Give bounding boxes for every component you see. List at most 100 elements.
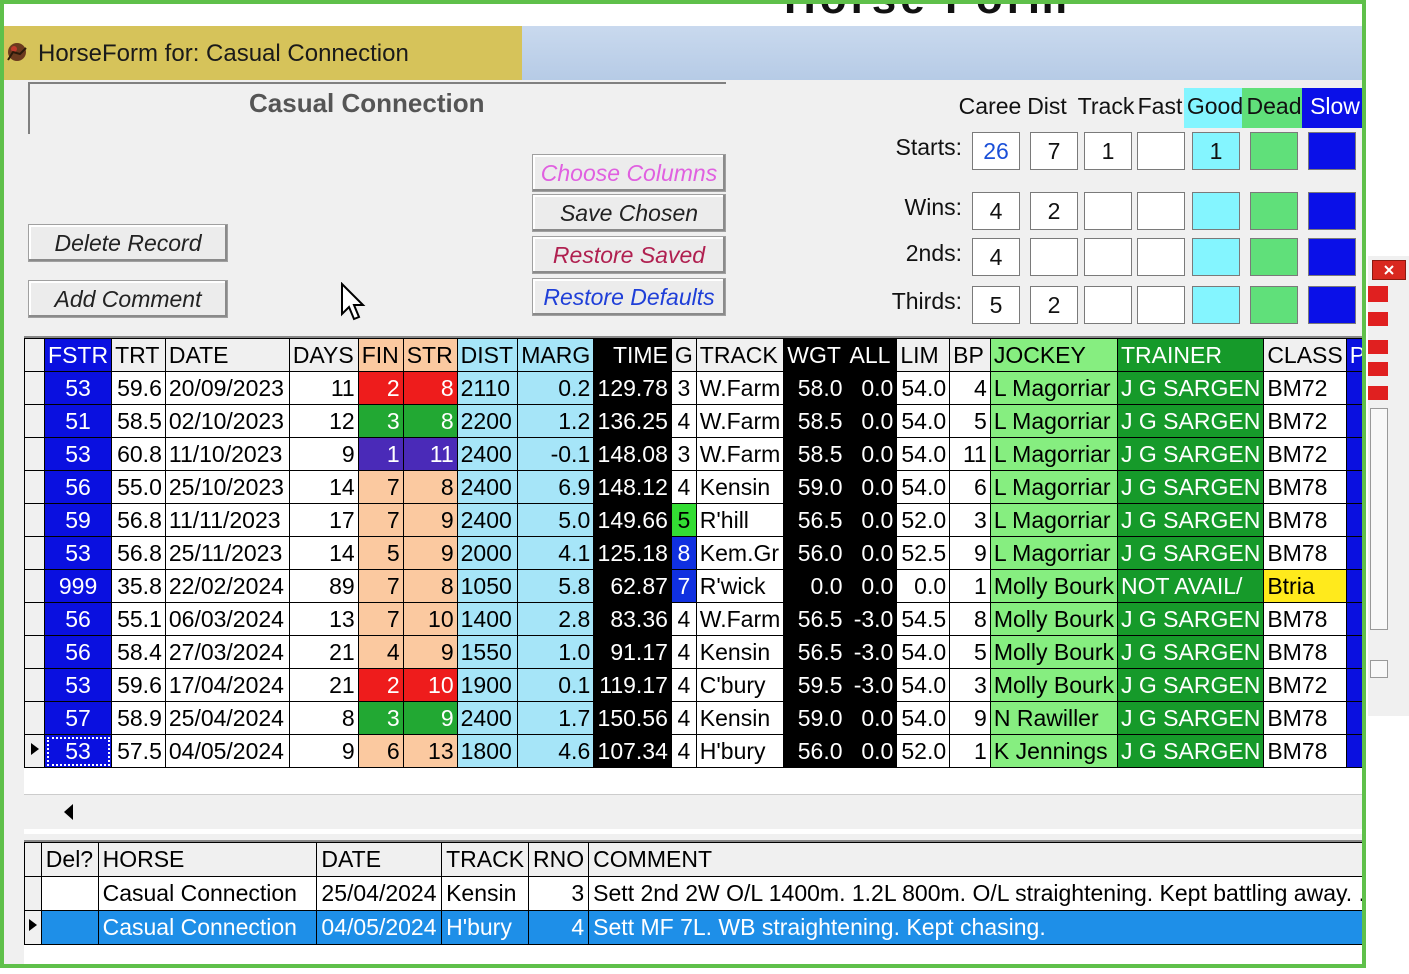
cell-class[interactable]: BM78 <box>1263 470 1347 504</box>
cell-str[interactable]: 8 <box>402 470 458 504</box>
cell-class[interactable]: BM72 <box>1263 437 1347 471</box>
comment-cell-horse[interactable]: Casual Connection <box>97 910 318 945</box>
cell-marg[interactable]: 1.0 <box>517 635 595 669</box>
cell-jockey[interactable]: L Magorriar <box>989 470 1119 504</box>
cell-fstr[interactable]: 51 <box>44 404 113 438</box>
table-row[interactable]: 56 58.4 27/03/2024 21 4 9 1550 1.0 91.17 4 Kensin 5… <box>23 635 1362 669</box>
cell-fin[interactable]: 3 <box>357 701 404 735</box>
cell-p[interactable] <box>1345 734 1362 768</box>
cell-g[interactable]: 4 <box>670 404 697 438</box>
table-row[interactable]: 51 58.5 02/10/2023 12 3 8 2200 1.2 136.25 4 W.Farm… <box>23 404 1362 438</box>
cell-trainer[interactable]: NOT AVAIL/ <box>1116 569 1265 603</box>
cell-lim[interactable]: 54.0 <box>896 404 951 438</box>
cell-bp[interactable]: 3 <box>949 668 991 702</box>
cell-date[interactable]: 25/04/2024 <box>164 701 290 735</box>
comment-cell-date[interactable]: 25/04/2024 <box>316 876 443 911</box>
cell-jockey[interactable]: L Magorriar <box>989 503 1119 537</box>
cell-time[interactable]: 125.18 <box>593 536 672 570</box>
cell-dist[interactable]: 2110 <box>456 371 519 405</box>
column-header-marg[interactable]: MARG <box>517 338 595 372</box>
stats-value-box[interactable]: 4 <box>972 192 1020 230</box>
cell-dist[interactable]: 2200 <box>456 404 519 438</box>
cell-dist[interactable]: 2400 <box>456 470 519 504</box>
title-bar[interactable]: HorseForm for: Casual Connection <box>4 26 1362 80</box>
table-row[interactable]: 56 55.0 25/10/2023 14 7 8 2400 6.9 148.12 4 Kensin… <box>23 470 1362 504</box>
comment-column-header[interactable]: TRACK <box>441 842 530 877</box>
cell-g[interactable]: 3 <box>670 437 697 471</box>
cell-fin[interactable]: 7 <box>357 470 404 504</box>
comment-cell-comment[interactable]: Sett MF 7L. WB straightening. Kept chasi… <box>588 910 1362 945</box>
cell-fstr[interactable]: 56 <box>44 635 113 669</box>
cell-p[interactable] <box>1345 635 1362 669</box>
cell-lim[interactable]: 54.0 <box>896 635 951 669</box>
cell-bp[interactable]: 8 <box>949 602 991 636</box>
cell-str[interactable]: 11 <box>402 437 458 471</box>
row-selector[interactable] <box>23 404 46 438</box>
column-header-date[interactable]: DATE <box>164 338 290 372</box>
cell-p[interactable] <box>1345 404 1362 438</box>
cell-class[interactable]: BM78 <box>1263 701 1347 735</box>
cell-days[interactable]: 89 <box>288 569 359 603</box>
cell-marg[interactable]: 0.1 <box>517 668 595 702</box>
cell-lim[interactable]: 52.0 <box>896 503 951 537</box>
cell-bp[interactable]: 5 <box>949 635 991 669</box>
table-row[interactable]: 999 35.8 22/02/2024 89 7 8 1050 5.8 62.87 7 R'wick… <box>23 569 1362 603</box>
cell-fin[interactable]: 5 <box>357 536 404 570</box>
row-selector[interactable] <box>24 876 42 911</box>
stats-value-box[interactable] <box>1192 286 1240 324</box>
stats-value-box[interactable] <box>1137 132 1185 170</box>
cell-date[interactable]: 02/10/2023 <box>164 404 290 438</box>
cell-bp[interactable]: 9 <box>949 701 991 735</box>
cell-lim[interactable]: 52.5 <box>896 536 951 570</box>
cell-time[interactable]: 107.34 <box>593 734 672 768</box>
stats-value-box[interactable] <box>1084 192 1132 230</box>
cell-all[interactable]: 0.0 <box>845 503 898 537</box>
cell-time[interactable]: 119.17 <box>593 668 672 702</box>
cell-lim[interactable]: 52.0 <box>896 734 951 768</box>
stats-value-box[interactable] <box>1250 238 1298 276</box>
stats-value-box[interactable]: 7 <box>1030 132 1078 170</box>
cell-jockey[interactable]: K Jennings <box>989 734 1119 768</box>
cell-track[interactable]: W.Farm <box>695 602 785 636</box>
cell-g[interactable]: 4 <box>670 668 697 702</box>
cell-p[interactable] <box>1345 371 1362 405</box>
cell-wgt[interactable]: 56.5 <box>783 635 847 669</box>
cell-time[interactable]: 136.25 <box>593 404 672 438</box>
cell-fstr[interactable]: 53 <box>44 668 113 702</box>
stats-value-box[interactable]: 5 <box>972 286 1020 324</box>
cell-days[interactable]: 14 <box>288 536 359 570</box>
stats-value-box[interactable] <box>1250 132 1298 170</box>
table-row[interactable]: 53 59.6 20/09/2023 11 2 8 2110 0.2 129.78 3 W.Farm… <box>23 371 1362 405</box>
comments-grid[interactable]: Del? HORSE DATE TRACK RNO COMMENT Casual Conn… <box>24 840 1362 964</box>
cell-g[interactable]: 5 <box>670 503 697 537</box>
comment-column-header[interactable]: Del? <box>40 842 99 877</box>
cell-fin[interactable]: 1 <box>357 437 404 471</box>
cell-fin[interactable]: 6 <box>357 734 404 768</box>
cell-trt[interactable]: 55.0 <box>111 470 166 504</box>
cell-g[interactable]: 4 <box>670 701 697 735</box>
row-selector[interactable] <box>24 910 42 945</box>
cell-str[interactable]: 8 <box>402 371 458 405</box>
comment-cell-rno[interactable]: 3 <box>528 876 590 911</box>
cell-dist[interactable]: 2400 <box>456 701 519 735</box>
cell-all[interactable]: -3.0 <box>845 668 898 702</box>
cell-time[interactable]: 150.56 <box>593 701 672 735</box>
cell-fstr[interactable]: 53 <box>44 536 113 570</box>
cell-dist[interactable]: 2400 <box>456 437 519 471</box>
cell-track[interactable]: W.Farm <box>695 437 785 471</box>
cell-trainer[interactable]: J G SARGEN <box>1116 503 1265 537</box>
cell-jockey[interactable]: N Rawiller <box>989 701 1119 735</box>
cell-str[interactable]: 9 <box>402 536 458 570</box>
table-row[interactable]: 59 56.8 11/11/2023 17 7 9 2400 5.0 149.66 5 R'hill… <box>23 503 1362 537</box>
cell-fstr[interactable]: 999 <box>44 569 113 603</box>
cell-str[interactable]: 9 <box>402 635 458 669</box>
cell-date[interactable]: 04/05/2024 <box>164 734 290 768</box>
stats-value-box[interactable] <box>1308 286 1356 324</box>
comment-cell-track[interactable]: Kensin <box>441 876 530 911</box>
cell-str[interactable]: 8 <box>402 569 458 603</box>
cell-marg[interactable]: 4.6 <box>517 734 595 768</box>
column-header-fstr[interactable]: FSTR <box>44 338 113 372</box>
table-row[interactable]: 53 60.8 11/10/2023 9 1 11 2400 -0.1 148.08 3 W.Far… <box>23 437 1362 471</box>
cell-trainer[interactable]: J G SARGEN <box>1116 404 1265 438</box>
stats-value-box[interactable] <box>1250 286 1298 324</box>
